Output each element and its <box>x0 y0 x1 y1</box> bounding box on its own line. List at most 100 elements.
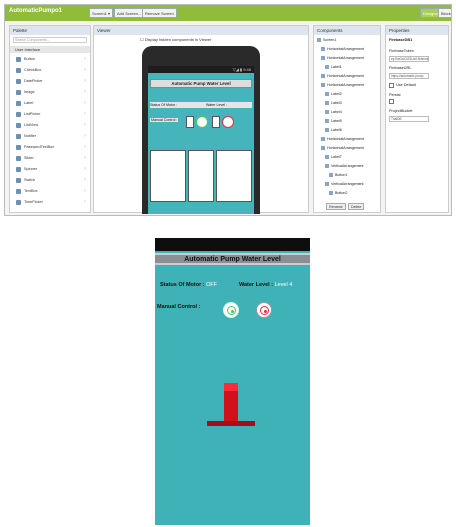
component-tree-item[interactable]: VerticalArrangement <box>325 163 364 169</box>
phone-on-icon[interactable] <box>196 116 208 128</box>
component-tree-item[interactable]: HorizontalArrangement <box>321 55 364 61</box>
palette-item-datepicker[interactable]: DatePicker? <box>16 78 88 85</box>
help-icon[interactable]: ? <box>84 56 86 63</box>
phone-off-icon[interactable] <box>222 116 234 128</box>
palette-group-user-interface[interactable]: User Interface <box>10 46 90 53</box>
palette-item-label: ListView <box>24 123 39 127</box>
component-tree-item[interactable]: Label6 <box>325 127 342 133</box>
component-icon <box>325 92 329 97</box>
component-tree-item[interactable]: Screen1 <box>317 37 336 43</box>
help-icon[interactable]: ? <box>84 89 86 96</box>
palette-item-label: Label <box>24 101 34 105</box>
palette-item-label[interactable]: Label? <box>16 100 88 107</box>
prop-firebase-url-input[interactable]: https://automatic-pump <box>389 73 429 79</box>
palette-item-label: Slider <box>24 156 34 160</box>
palette-item-timepicker[interactable]: TimePicker? <box>16 199 88 206</box>
component-icon <box>16 67 21 73</box>
motor-status-value: OFF <box>206 282 218 288</box>
phone-level-label: Water Level : <box>206 103 228 107</box>
component-icon <box>16 111 21 117</box>
component-tree-item[interactable]: Label4 <box>325 109 342 115</box>
app-title-bar: Automatic Pump Water Level <box>155 253 310 265</box>
remove-screen-button[interactable]: Remove Screen <box>142 8 177 18</box>
phone-status-row: Status Of Motor : Water Level : <box>150 102 252 108</box>
palette-item-button[interactable]: Button? <box>16 56 88 63</box>
phone-left-arrangement <box>150 150 186 202</box>
palette-item-label: Image <box>24 90 35 94</box>
phone-off-button[interactable] <box>212 116 220 128</box>
help-icon[interactable]: ? <box>84 199 86 206</box>
power-off-dot <box>263 309 267 313</box>
screen-dropdown[interactable]: Screen1 ▾ <box>89 8 114 18</box>
component-tree-item[interactable]: Label1 <box>325 64 342 70</box>
rename-button[interactable]: Rename <box>326 203 346 210</box>
component-tree-item[interactable]: Label5 <box>325 118 342 124</box>
persist-label: Persist <box>389 93 401 97</box>
help-icon[interactable]: ? <box>84 155 86 162</box>
component-tree-label: HorizontalArrangement <box>327 56 364 60</box>
project-bucket-label: ProjectBucket <box>389 109 413 113</box>
palette-item-notifier[interactable]: Notifier? <box>16 133 88 140</box>
help-icon[interactable]: ? <box>84 122 86 129</box>
help-icon[interactable]: ? <box>84 177 86 184</box>
palette-search-input[interactable]: Search Components... <box>13 37 87 43</box>
palette-item-checkbox[interactable]: CheckBox? <box>16 67 88 74</box>
use-default-label: Use Default <box>396 83 416 87</box>
help-icon[interactable]: ? <box>84 188 86 195</box>
project-bucket-input[interactable]: TrialDB <box>389 116 429 122</box>
add-screen-button[interactable]: Add Screen... <box>114 8 145 18</box>
component-tree-item[interactable]: Label3 <box>325 100 342 106</box>
motor-on-button[interactable] <box>223 302 239 318</box>
component-tree-item[interactable]: Button1 <box>329 172 347 178</box>
palette-item-label: Button <box>24 57 35 61</box>
component-icon <box>317 38 321 43</box>
component-icon <box>325 128 329 133</box>
help-icon[interactable]: ? <box>84 144 86 151</box>
help-icon[interactable]: ? <box>84 78 86 85</box>
water-level-text: Water Level : Level 4 <box>239 282 292 288</box>
component-tree-item[interactable]: HorizontalArrangement <box>321 136 364 142</box>
help-icon[interactable]: ? <box>84 111 86 118</box>
component-icon <box>321 47 325 52</box>
palette-item-passwordtextbox[interactable]: PasswordTextBox? <box>16 144 88 151</box>
component-tree-item[interactable]: VerticalArrangement <box>325 181 364 187</box>
component-tree-item[interactable]: HorizontalArrangement <box>321 73 364 79</box>
component-tree-item[interactable]: HorizontalArrangement <box>321 46 364 52</box>
help-icon[interactable]: ? <box>84 133 86 140</box>
component-tree-item[interactable]: Button2 <box>329 190 347 196</box>
palette-item-slider[interactable]: Slider? <box>16 155 88 162</box>
motor-status-label: Status Of Motor : <box>160 282 205 288</box>
palette-item-spinner[interactable]: Spinner? <box>16 166 88 173</box>
component-icon <box>329 191 333 196</box>
prop-firebase-token-input[interactable]: eyJhbGciOiJSUzI1NiIsImtp <box>389 56 429 62</box>
persist-checkbox[interactable] <box>389 99 394 104</box>
component-icon <box>321 146 325 151</box>
component-icon <box>325 65 329 70</box>
component-tree-item[interactable]: HorizontalArrangement <box>321 145 364 151</box>
palette-item-image[interactable]: Image? <box>16 89 88 96</box>
component-tree-item[interactable]: Label7 <box>325 154 342 160</box>
help-icon[interactable]: ? <box>84 166 86 173</box>
palette-item-switch[interactable]: Switch? <box>16 177 88 184</box>
help-icon[interactable]: ? <box>84 67 86 74</box>
phone-on-button[interactable] <box>186 116 194 128</box>
help-icon[interactable]: ? <box>84 100 86 107</box>
phone-status-label: Status Of Motor : <box>150 103 178 107</box>
component-tree-item[interactable]: Label2 <box>325 91 342 97</box>
component-tree-label: Label5 <box>331 119 342 123</box>
component-tree-item[interactable]: HorizontalArrangement <box>321 82 364 88</box>
motor-off-button[interactable] <box>256 302 272 318</box>
delete-button[interactable]: Delete <box>348 203 365 210</box>
power-off-icon <box>260 306 269 315</box>
palette-item-listpicker[interactable]: ListPicker? <box>16 111 88 118</box>
display-hidden-checkbox[interactable]: ☐ Display hidden components in Viewer <box>140 37 211 42</box>
component-tree-label: HorizontalArrangement <box>327 146 364 150</box>
components-panel: Components Screen1 HorizontalArrangement H… <box>313 25 381 213</box>
properties-panel: Properties FirebaseDB1 FirebaseToken eyJ… <box>385 25 449 213</box>
blocks-button[interactable]: Blocks <box>438 8 451 18</box>
power-on-icon <box>227 306 236 315</box>
palette-item-listview[interactable]: ListView? <box>16 122 88 129</box>
use-default-checkbox[interactable] <box>389 83 394 88</box>
palette-item-textbox[interactable]: TextBox? <box>16 188 88 195</box>
phone-tank-arrangement <box>188 150 214 202</box>
